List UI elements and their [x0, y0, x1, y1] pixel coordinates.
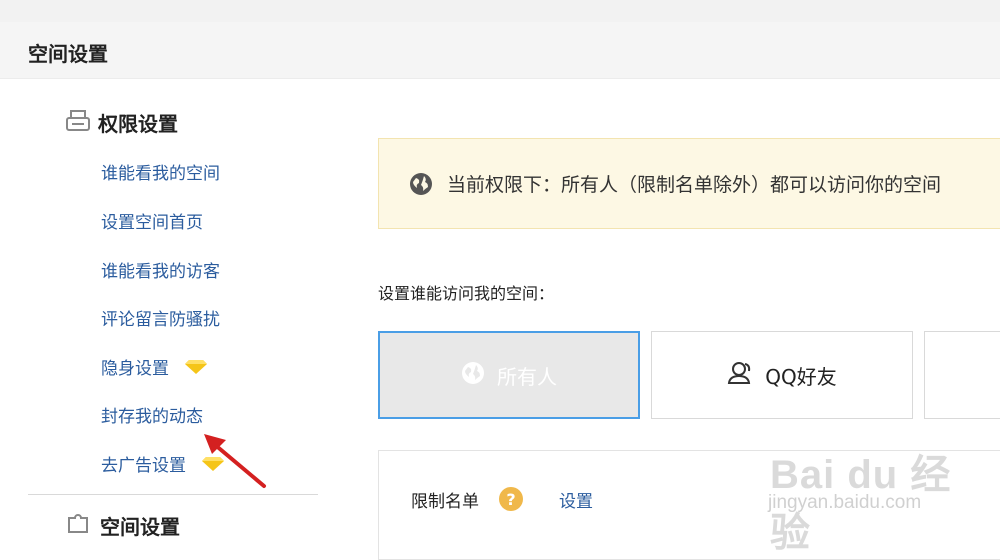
sidebar-item-anti-harassment[interactable]: 评论留言防骚扰	[101, 304, 220, 330]
baidu-watermark: Bai du 经验 jingyan.baidu.com	[740, 430, 980, 555]
option-more[interactable]	[924, 331, 1000, 419]
watermark-url: jingyan.baidu.com	[768, 492, 922, 513]
section-space-settings: 空间设置	[66, 511, 180, 540]
sidebar-item-label: 谁能看我的空间	[101, 163, 220, 184]
question-icon[interactable]: ?	[499, 487, 523, 511]
sidebar-item-who-can-see-visitors[interactable]: 谁能看我的访客	[101, 256, 220, 282]
printer-icon	[66, 109, 90, 136]
option-everyone-label: 所有人	[497, 364, 557, 389]
friends-icon	[727, 361, 765, 390]
section-permissions: 权限设置	[66, 108, 178, 137]
sidebar-item-who-can-see-space[interactable]: 谁能看我的空间	[101, 158, 220, 184]
arrow-annotation	[204, 434, 266, 488]
sidebar-item-label: 评论留言防骚扰	[101, 309, 220, 330]
sidebar-item-label: 隐身设置	[101, 358, 169, 379]
globe-icon	[461, 361, 497, 390]
sidebar-item-label: 去广告设置	[101, 455, 186, 476]
notice-text: 当前权限下：所有人（限制名单除外）都可以访问你的空间	[447, 174, 942, 196]
access-prompt: 设置谁能访问我的空间：	[378, 284, 555, 303]
option-qq-friends-label: QQ好友	[765, 364, 837, 389]
globe-icon	[409, 172, 433, 196]
restriction-settings-link[interactable]: 设置	[559, 487, 593, 512]
option-everyone[interactable]: 所有人	[378, 331, 640, 419]
diamond-icon	[185, 359, 207, 374]
sidebar-item-space-homepage[interactable]: 设置空间首页	[101, 207, 203, 233]
section-space-settings-label: 空间设置	[100, 515, 180, 539]
sidebar-item-label: 谁能看我的访客	[101, 261, 220, 282]
puzzle-icon	[66, 513, 92, 539]
browser-top-strip	[0, 0, 1000, 22]
option-qq-friends[interactable]: QQ好友	[651, 331, 913, 419]
page-header: 空间设置	[0, 22, 1000, 79]
permission-notice: 当前权限下：所有人（限制名单除外）都可以访问你的空间	[378, 138, 1000, 229]
sidebar-item-archive-feeds[interactable]: 封存我的动态	[101, 401, 203, 427]
page-title: 空间设置	[28, 42, 108, 66]
section-permissions-label: 权限设置	[98, 112, 178, 136]
sidebar-item-label: 设置空间首页	[101, 212, 203, 233]
restriction-label: 限制名单	[411, 492, 479, 512]
sidebar-item-invisible[interactable]: 隐身设置	[101, 353, 207, 379]
sidebar-item-label: 封存我的动态	[101, 406, 203, 427]
